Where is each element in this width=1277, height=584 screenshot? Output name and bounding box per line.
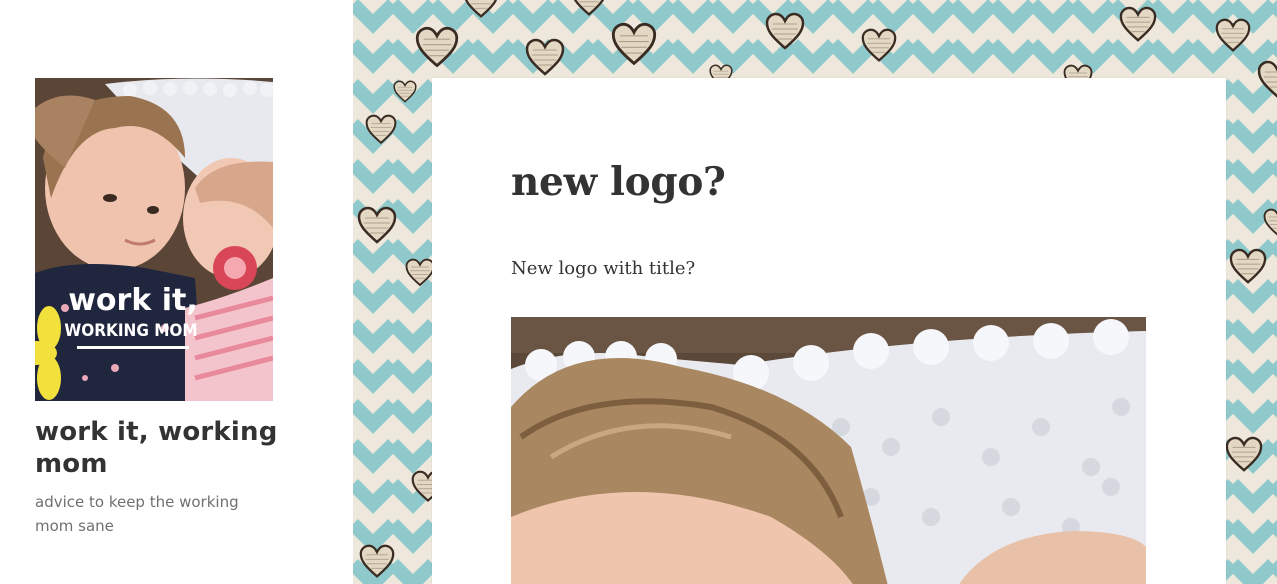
logo-overlay-line2: WORKING MOM bbox=[64, 321, 197, 341]
post-photo bbox=[511, 317, 1146, 584]
post-image[interactable] bbox=[511, 317, 1146, 584]
post-text: New logo with title? bbox=[511, 258, 696, 279]
site-description: advice to keep the working mom sane bbox=[35, 493, 239, 535]
sidebar: work it, WORKING MOM work it, working mo… bbox=[0, 0, 353, 584]
site-title[interactable]: work it, working mom bbox=[35, 416, 295, 480]
post-title[interactable]: new logo? bbox=[511, 156, 726, 208]
site-logo-link[interactable]: work it, WORKING MOM bbox=[35, 78, 273, 401]
site-logo-image: work it, WORKING MOM bbox=[35, 78, 273, 401]
post-card: new logo? New logo with title? bbox=[432, 78, 1226, 584]
logo-overlay-line1: work it, bbox=[68, 283, 198, 318]
page: work it, WORKING MOM work it, working mo… bbox=[0, 0, 1277, 584]
